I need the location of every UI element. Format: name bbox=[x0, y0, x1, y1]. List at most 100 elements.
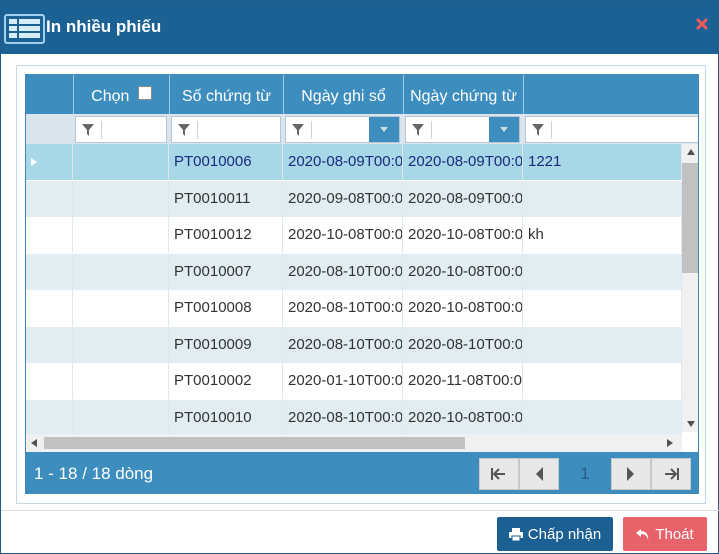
cell-dien: 1221 bbox=[523, 144, 682, 180]
cell-so: PT0010007 bbox=[169, 253, 283, 290]
chevron-down-icon[interactable] bbox=[489, 117, 519, 142]
chevron-right-icon bbox=[627, 467, 634, 481]
cell-dien bbox=[523, 253, 682, 290]
row-indicator-cell bbox=[26, 180, 73, 217]
row-indicator-cell bbox=[26, 253, 73, 290]
undo-icon bbox=[636, 528, 649, 540]
table-row[interactable]: PT0010006 2020-08-09T00:00 2020-08-09T00:0… bbox=[26, 144, 682, 180]
first-page-icon bbox=[491, 468, 505, 480]
grid-rows: PT0010006 2020-08-09T00:00 2020-08-09T00:0… bbox=[26, 144, 682, 434]
cell-ct: 2020-08-09T00:00 bbox=[403, 180, 523, 217]
print-multiple-dialog: In nhiều phiếu Chọn Số chứng từ Ngày ghi… bbox=[0, 0, 719, 554]
document-grid: Chọn Số chứng từ Ngày ghi sổ Ngày chứng … bbox=[25, 74, 699, 494]
cell-dien bbox=[523, 180, 682, 217]
cell-so: PT0010008 bbox=[169, 290, 283, 326]
last-page-button[interactable] bbox=[651, 458, 691, 490]
table-row[interactable]: PT0010008 2020-08-10T00:00 2020-10-08T00:0… bbox=[26, 290, 682, 326]
cell-so: PT0010011 bbox=[169, 180, 283, 217]
cell-dien bbox=[523, 290, 682, 326]
cell-ct: 2020-08-10T00:00 bbox=[403, 326, 523, 363]
filter-dien-giai[interactable] bbox=[525, 116, 698, 143]
chevron-left-icon bbox=[536, 467, 543, 481]
cell-ghi: 2020-08-10T00:00 bbox=[283, 290, 403, 326]
select-cell[interactable] bbox=[73, 326, 169, 363]
cell-ghi: 2020-10-08T00:00 bbox=[283, 217, 403, 253]
cell-ghi: 2020-01-10T00:00 bbox=[283, 363, 403, 399]
filter-so-chung-tu[interactable] bbox=[171, 116, 281, 143]
header-ngay-chung-tu[interactable]: Ngày chứng từ bbox=[403, 75, 523, 114]
select-cell[interactable] bbox=[73, 217, 169, 253]
cell-ct: 2020-10-08T00:00 bbox=[403, 399, 523, 434]
header-so-chung-tu[interactable]: Số chứng từ bbox=[169, 75, 283, 114]
cell-dien: kh bbox=[523, 217, 682, 253]
header-ngay-ghi-so[interactable]: Ngày ghi sổ bbox=[283, 75, 403, 114]
scroll-up-icon[interactable] bbox=[687, 149, 695, 155]
cell-ct: 2020-10-08T00:00 bbox=[403, 290, 523, 326]
table-row[interactable]: PT0010009 2020-08-10T00:00 2020-08-10T00:0… bbox=[26, 326, 682, 363]
last-page-icon bbox=[665, 468, 679, 480]
filter-row bbox=[26, 114, 698, 144]
filter-icon bbox=[412, 124, 424, 136]
horizontal-scroll-thumb[interactable] bbox=[44, 437, 465, 449]
select-all-checkbox[interactable] bbox=[137, 86, 152, 100]
scroll-left-icon[interactable] bbox=[31, 439, 37, 447]
cell-ghi: 2020-08-10T00:00 bbox=[283, 399, 403, 434]
select-cell[interactable] bbox=[73, 363, 169, 399]
cell-ghi: 2020-09-08T00:00 bbox=[283, 180, 403, 217]
prev-page-button[interactable] bbox=[519, 458, 559, 490]
cell-so: PT0010002 bbox=[169, 363, 283, 399]
filter-ngay-chung-tu[interactable] bbox=[405, 116, 520, 143]
cell-ct: 2020-10-08T00:00 bbox=[403, 253, 523, 290]
grid-header: Chọn Số chứng từ Ngày ghi sổ Ngày chứng … bbox=[26, 75, 698, 114]
header-chon[interactable]: Chọn bbox=[73, 75, 169, 114]
select-cell[interactable] bbox=[73, 399, 169, 434]
chevron-down-icon[interactable] bbox=[369, 117, 399, 142]
header-indicator bbox=[26, 75, 73, 114]
scroll-right-icon[interactable] bbox=[667, 439, 673, 447]
cell-ghi: 2020-08-10T00:00 bbox=[283, 326, 403, 363]
cell-so: PT0010006 bbox=[169, 144, 283, 180]
filter-icon bbox=[292, 124, 304, 136]
scroll-down-icon[interactable] bbox=[687, 421, 695, 427]
exit-button[interactable]: Thoát bbox=[623, 517, 707, 551]
table-row[interactable]: PT0010010 2020-08-10T00:00 2020-10-08T00:0… bbox=[26, 399, 682, 434]
list-grid-icon bbox=[4, 14, 45, 44]
cell-so: PT0010012 bbox=[169, 217, 283, 253]
cell-ct: 2020-08-09T00:00 bbox=[403, 144, 523, 180]
select-cell[interactable] bbox=[73, 253, 169, 290]
cell-ct: 2020-11-08T00:00 bbox=[403, 363, 523, 399]
pager-info: 1 - 18 / 18 dòng bbox=[34, 464, 154, 483]
titlebar: In nhiều phiếu bbox=[1, 1, 718, 54]
table-row[interactable]: PT0010011 2020-09-08T00:00 2020-08-09T00:0… bbox=[26, 180, 682, 217]
select-cell[interactable] bbox=[73, 290, 169, 326]
pager: 1 - 18 / 18 dòng 1 bbox=[26, 452, 698, 493]
row-indicator-cell bbox=[26, 363, 73, 399]
table-row[interactable]: PT0010012 2020-10-08T00:00 2020-10-08T00:0… bbox=[26, 217, 682, 253]
cell-ghi: 2020-08-10T00:00 bbox=[283, 253, 403, 290]
row-indicator-cell bbox=[26, 326, 73, 363]
row-indicator-cell bbox=[26, 399, 73, 434]
table-row[interactable]: PT0010002 2020-01-10T00:00 2020-11-08T00:0… bbox=[26, 363, 682, 399]
cell-so: PT0010009 bbox=[169, 326, 283, 363]
row-indicator-cell bbox=[26, 217, 73, 253]
cell-dien bbox=[523, 399, 682, 434]
row-indicator-cell bbox=[26, 144, 73, 180]
footer-divider bbox=[1, 510, 719, 511]
select-cell[interactable] bbox=[73, 144, 169, 180]
filter-ngay-ghi-so[interactable] bbox=[285, 116, 400, 143]
cell-dien bbox=[523, 326, 682, 363]
current-page[interactable]: 1 bbox=[563, 458, 607, 490]
accept-button[interactable]: Chấp nhận bbox=[497, 517, 613, 551]
select-cell[interactable] bbox=[73, 180, 169, 217]
cell-ct: 2020-10-08T00:00 bbox=[403, 217, 523, 253]
filter-chon[interactable] bbox=[75, 116, 167, 143]
vertical-scroll-thumb[interactable] bbox=[682, 163, 698, 273]
table-row[interactable]: PT0010007 2020-08-10T00:00 2020-10-08T00:0… bbox=[26, 253, 682, 290]
header-dien-giai[interactable] bbox=[523, 75, 698, 114]
next-page-button[interactable] bbox=[611, 458, 651, 490]
printer-icon bbox=[508, 527, 523, 541]
first-page-button[interactable] bbox=[479, 458, 519, 490]
close-icon[interactable] bbox=[696, 18, 708, 30]
cell-so: PT0010010 bbox=[169, 399, 283, 434]
exit-button-label: Thoát bbox=[655, 525, 694, 543]
